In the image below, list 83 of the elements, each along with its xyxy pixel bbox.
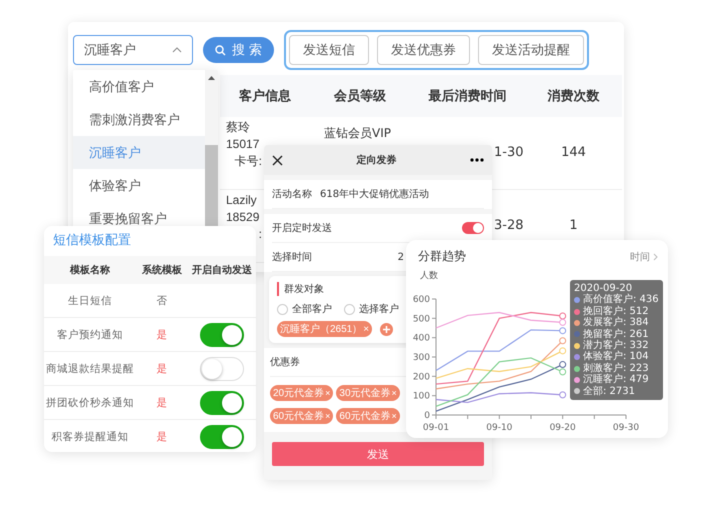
table-cell-text: 商城退款结果提醒 <box>45 362 135 376</box>
axis-label: 09-01 <box>422 423 450 433</box>
axis-label: 09-30 <box>612 423 640 433</box>
card-title: 分群趋势 <box>418 248 466 265</box>
card-title: 短信模板配置 <box>52 232 132 250</box>
axis-label: 300 <box>412 353 430 363</box>
field-label: 活动名称 <box>272 188 312 201</box>
field-label: 优惠券 <box>270 356 300 369</box>
axis-label: 600 <box>412 295 430 305</box>
axis-label: 200 <box>412 372 430 382</box>
table-cell-text: 拼团砍价秒杀通知 <box>45 396 135 410</box>
table-cell-text: 144 <box>560 144 587 160</box>
search-icon <box>215 44 226 56</box>
table-cell-text: 是 <box>156 328 168 342</box>
axis-title: 人数 <box>420 271 438 281</box>
table-cell-text: 否 <box>156 294 168 308</box>
tooltip-item: 体验客户: 104 <box>583 351 649 362</box>
table-cell: Lazily <box>226 192 257 209</box>
field-label: 选择时间 <box>272 250 312 264</box>
field-label: 开启定时发送 <box>272 222 332 235</box>
dropdown-item[interactable]: 体验客户 <box>73 169 205 202</box>
time-link[interactable]: 时间 <box>630 250 658 264</box>
table-cell-text: 是 <box>156 430 168 444</box>
tooltip-item: 挽留客户: 261 <box>583 328 649 340</box>
toggle-switch[interactable] <box>462 222 484 234</box>
tooltip-item: 刺激客户: 223 <box>583 362 649 374</box>
table-cell-text: 客户预约通知 <box>56 328 124 342</box>
point-marker <box>559 347 566 354</box>
dropdown-item[interactable]: 重要挽留客户 <box>73 202 205 230</box>
dialog-title: 定向发券 <box>356 153 396 167</box>
radio-option[interactable]: 全部客户 <box>277 302 332 316</box>
column-header: 客户信息 <box>238 88 292 105</box>
column-header: 会员等级 <box>332 88 387 105</box>
tooltip-item: 发展客户: 384 <box>583 317 649 328</box>
axis-label: 09-20 <box>550 423 576 433</box>
group-select[interactable]: 沉睡客户 <box>73 35 193 65</box>
table-cell-text: 是 <box>156 396 168 410</box>
table-cell: 1-30 <box>494 145 524 160</box>
dropdown-item[interactable]: 需刺激消费客户 <box>73 103 205 136</box>
table-cell: 18529 <box>226 209 260 226</box>
tooltip-item: 挽回客户: 512 <box>583 306 649 317</box>
chevron-icon <box>172 47 182 53</box>
table-cell-text: 积客券提醒通知 <box>50 430 130 444</box>
axis-label: 0 <box>424 411 430 421</box>
action-button[interactable]: 发送优惠券 <box>377 35 470 65</box>
tooltip-item: 潜力客户: 332 <box>583 340 649 352</box>
table-cell-text: 是 <box>156 362 168 376</box>
more-icon[interactable] <box>470 158 484 162</box>
tooltip-item: 高价值客户: 436 <box>583 294 659 306</box>
table-cell-text: 生日短信 <box>67 294 113 308</box>
tooltip-date: 2020-09-20 <box>574 283 634 294</box>
table-cell-text: : <box>258 226 262 243</box>
table-cell-text: 卡号: <box>234 153 262 170</box>
toggle-switch[interactable] <box>200 322 244 346</box>
axis-label: 09-10 <box>486 423 512 433</box>
axis-label: 400 <box>412 334 430 344</box>
column-header: 开启自动发送 <box>191 263 253 277</box>
column-header: 消费次数 <box>546 88 600 105</box>
table-cell: 3-28 <box>494 218 524 233</box>
axis-label: 100 <box>412 392 430 402</box>
action-button[interactable]: 发送短信 <box>289 35 370 65</box>
table-cell: 蔡玲 <box>226 119 250 136</box>
axis-label: 500 <box>412 314 430 324</box>
tooltip-item: 全部: 2731 <box>583 386 635 398</box>
radio-option[interactable]: 选择客户 <box>344 302 399 316</box>
action-button[interactable]: 发送活动提醒 <box>478 35 584 65</box>
dropdown-item[interactable]: 高价值客户 <box>73 70 205 103</box>
close-icon[interactable] <box>272 154 283 166</box>
point-marker <box>559 337 566 344</box>
table-cell: 15017 <box>226 136 260 153</box>
chevron-icon <box>653 252 658 260</box>
table-cell: 蓝钻会员VIP <box>324 126 391 140</box>
table-cell-text: 1 <box>568 217 579 233</box>
toggle-switch[interactable] <box>200 390 244 414</box>
tooltip-item: 沉睡客户: 479 <box>583 374 649 386</box>
column-header: 系统模板 <box>141 264 183 277</box>
toggle-switch[interactable] <box>200 424 244 448</box>
field-value: 2 <box>398 252 404 262</box>
column-header: 模板名称 <box>68 264 111 277</box>
add-icon[interactable] <box>380 322 394 336</box>
field-value: 618年中大促销优惠活动 <box>320 188 430 201</box>
column-header: 最后消费时间 <box>428 88 508 105</box>
point-marker <box>559 391 566 398</box>
